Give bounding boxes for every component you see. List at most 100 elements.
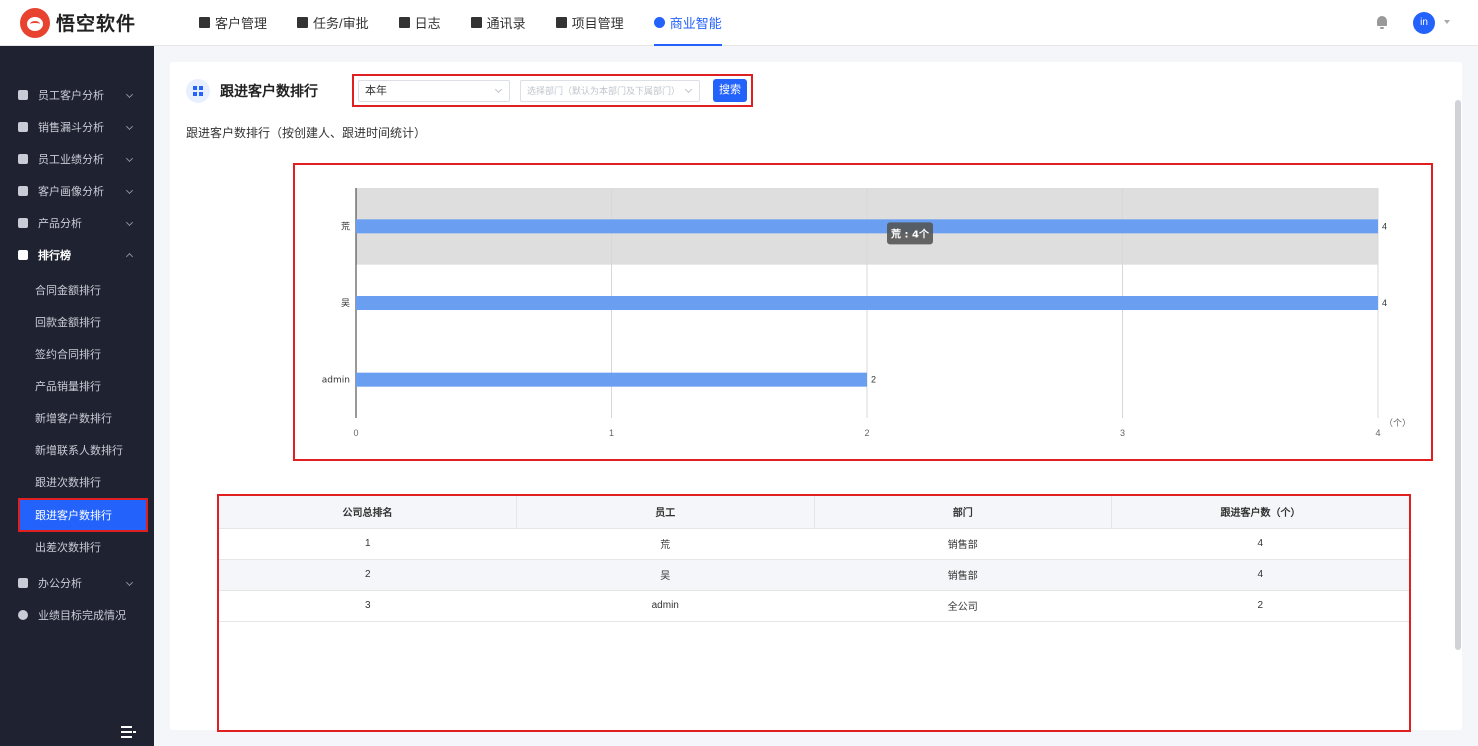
- sidebar-group-goal-completion[interactable]: 业绩目标完成情况: [0, 599, 154, 631]
- x-axis-unit-label: （个）: [1384, 418, 1411, 429]
- page-scrollbar[interactable]: [1455, 100, 1461, 650]
- sidebar-item-followup-customers[interactable]: 跟进客户数排行: [18, 498, 148, 532]
- people-icon: [18, 186, 28, 196]
- chevron-down-icon: [125, 154, 134, 163]
- cell-rank: 1: [219, 528, 517, 560]
- y-category-label: 吴: [341, 298, 350, 309]
- cell-employee: admin: [516, 590, 814, 622]
- col-header-followup-customers[interactable]: 跟进客户数（个）: [1111, 496, 1409, 529]
- cell-employee: 吴: [516, 559, 814, 591]
- table-header-row: 公司总排名 员工 部门 跟进客户数（个）: [219, 496, 1409, 529]
- col-header-rank[interactable]: 公司总排名: [219, 496, 517, 529]
- chevron-down-icon: [125, 122, 134, 131]
- sidebar-item-new-contacts[interactable]: 新增联系人数排行: [20, 435, 146, 465]
- sidebar-group-ranking[interactable]: 排行榜: [0, 239, 154, 271]
- x-tick-label: 2: [864, 428, 869, 438]
- y-category-label: 荒: [341, 221, 350, 232]
- nav-label: 任务/审批: [313, 16, 369, 31]
- cell-department: 销售部: [814, 528, 1112, 560]
- sidebar-group-performance[interactable]: 员工业绩分析: [0, 143, 154, 175]
- chart-tooltip-text: 荒 : 4个: [890, 227, 930, 240]
- nav-label: 日志: [414, 16, 441, 31]
- sidebar-group-product[interactable]: 产品分析: [0, 207, 154, 239]
- customer-icon: [199, 17, 210, 28]
- bar: [356, 372, 867, 387]
- chevron-down-icon[interactable]: [1444, 20, 1450, 24]
- table-row[interactable]: 3 admin 全公司 2: [219, 590, 1409, 622]
- year-select[interactable]: 本年: [358, 80, 510, 102]
- nav-label: 商业智能: [669, 16, 722, 31]
- main-nav: 客户管理 任务/审批 日志 通讯录 项目管理 商业智能: [184, 0, 737, 46]
- sidebar-group-label: 业绩目标完成情况: [38, 610, 126, 622]
- sidebar-item-product-sales[interactable]: 产品销量排行: [20, 371, 146, 401]
- bar-value-label: 4: [1382, 298, 1387, 308]
- nav-project-management[interactable]: 项目管理: [541, 0, 639, 46]
- sidebar-group-label: 员工客户分析: [38, 90, 104, 102]
- cell-count: 4: [1111, 559, 1409, 591]
- cell-count: 2: [1111, 590, 1409, 622]
- table-row[interactable]: 1 荒 销售部 4: [219, 528, 1409, 560]
- x-tick-label: 4: [1375, 428, 1380, 438]
- table-row[interactable]: 2 吴 销售部 4: [219, 559, 1409, 591]
- search-button[interactable]: 搜索: [713, 79, 747, 102]
- sidebar-item-payment-amount[interactable]: 回款金额排行: [20, 307, 146, 337]
- nav-label: 客户管理: [215, 16, 268, 31]
- brand-logo[interactable]: 悟空软件: [20, 7, 168, 38]
- funnel-icon: [18, 122, 28, 132]
- cell-employee: 荒: [516, 528, 814, 560]
- x-tick-label: 3: [1120, 428, 1125, 438]
- sidebar-item-followup-count[interactable]: 跟进次数排行: [20, 467, 146, 497]
- bar-value-label: 2: [871, 375, 876, 385]
- sidebar-group-label: 员工业绩分析: [38, 154, 104, 166]
- cell-department: 销售部: [814, 559, 1112, 591]
- user-avatar[interactable]: in: [1413, 12, 1435, 34]
- col-header-employee[interactable]: 员工: [516, 496, 815, 529]
- nav-label: 项目管理: [571, 16, 624, 31]
- cell-count: 4: [1111, 528, 1409, 560]
- chevron-down-icon: [125, 186, 134, 195]
- log-icon: [398, 17, 410, 28]
- briefcase-icon: [297, 17, 309, 28]
- bar: [356, 219, 1378, 234]
- sidebar-item-signed-contracts[interactable]: 签约合同排行: [20, 339, 146, 369]
- sidebar-group-label: 办公分析: [38, 578, 82, 590]
- x-tick-label: 1: [609, 428, 614, 438]
- chart-container: 0 1 2 3 4 （个） 荒 4 吴 4 admin 2 荒 : 4个: [293, 163, 1433, 461]
- nav-label: 通讯录: [486, 16, 526, 31]
- sidebar-group-customer-portrait[interactable]: 客户画像分析: [0, 175, 154, 207]
- chevron-down-icon: [125, 578, 134, 587]
- page-title: 跟进客户数排行: [220, 83, 318, 99]
- sidebar-group-label: 排行榜: [38, 250, 71, 262]
- trophy-icon: [18, 250, 28, 260]
- nav-tasks-approval[interactable]: 任务/审批: [282, 0, 384, 46]
- sidebar-item-new-customers[interactable]: 新增客户数排行: [20, 403, 146, 433]
- contacts-icon: [470, 17, 482, 28]
- sidebar: 员工客户分析 销售漏斗分析 员工业绩分析 客户画像分析 产品分析 排行榜 合同金…: [0, 46, 154, 746]
- briefcase-icon: [18, 578, 28, 588]
- sidebar-group-office[interactable]: 办公分析: [0, 567, 154, 599]
- sidebar-item-business-trips[interactable]: 出差次数排行: [20, 532, 146, 562]
- sidebar-item-contract-amount[interactable]: 合同金额排行: [20, 275, 146, 305]
- nav-business-intelligence[interactable]: 商业智能: [639, 0, 737, 46]
- cell-rank: 3: [219, 590, 517, 622]
- nav-customer-management[interactable]: 客户管理: [184, 0, 282, 46]
- sidebar-group-employee-customer[interactable]: 员工客户分析: [0, 79, 154, 111]
- chart-subtitle: 跟进客户数排行（按创建人、跟进时间统计）: [186, 126, 427, 140]
- department-select[interactable]: 选择部门（默认为本部门及下属部门）: [520, 80, 700, 102]
- chevron-down-icon: [494, 85, 503, 94]
- nav-log[interactable]: 日志: [384, 0, 456, 46]
- sidebar-group-label: 销售漏斗分析: [38, 122, 104, 134]
- x-tick-label: 0: [353, 428, 358, 438]
- top-navigation-bar: 悟空软件 客户管理 任务/审批 日志 通讯录 项目管理 商业智能: [0, 0, 1478, 46]
- sidebar-group-label: 产品分析: [38, 218, 82, 230]
- bar-chart-icon: [18, 154, 28, 164]
- grid-icon: [186, 79, 210, 103]
- y-category-label: admin: [322, 376, 350, 386]
- chevron-down-icon: [684, 85, 693, 94]
- sidebar-group-sales-funnel[interactable]: 销售漏斗分析: [0, 111, 154, 143]
- nav-contacts[interactable]: 通讯录: [456, 0, 541, 46]
- col-header-department[interactable]: 部门: [814, 496, 1112, 529]
- cell-rank: 2: [219, 559, 517, 591]
- collapse-sidebar-icon[interactable]: [121, 726, 137, 738]
- notification-bell-icon[interactable]: [1376, 16, 1388, 29]
